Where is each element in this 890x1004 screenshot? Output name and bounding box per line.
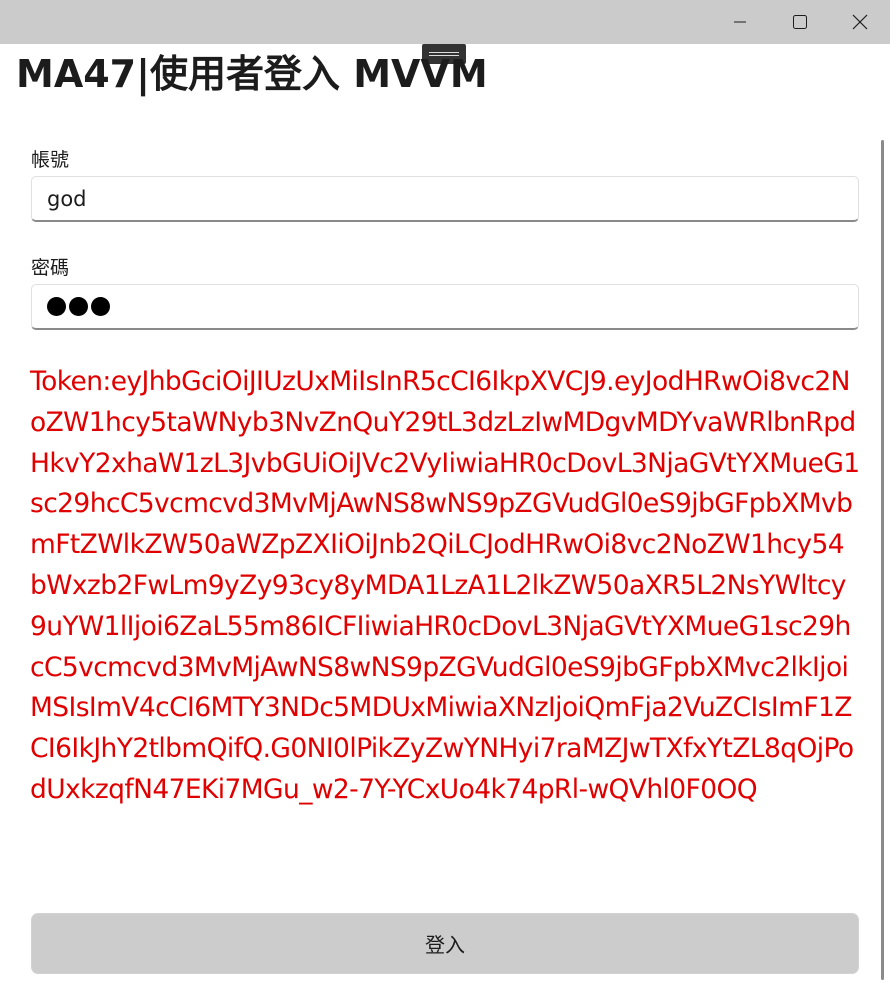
window-titlebar[interactable] — [0, 0, 890, 44]
close-icon — [852, 14, 868, 30]
password-input[interactable] — [31, 284, 859, 330]
close-button[interactable] — [830, 0, 890, 44]
password-dot — [91, 297, 110, 316]
password-label: 密碼 — [31, 257, 70, 279]
username-input[interactable]: god — [31, 176, 859, 222]
password-dot — [69, 297, 88, 316]
username-value: god — [47, 186, 87, 211]
vertical-scrollbar[interactable] — [881, 140, 884, 980]
maximize-icon — [792, 14, 808, 30]
username-label: 帳號 — [31, 149, 70, 171]
token-output: Token:eyJhbGciOiJIUzUxMiIsInR5cCI6IkpXVC… — [30, 366, 860, 805]
minimize-button[interactable] — [710, 0, 770, 44]
password-dot — [47, 297, 66, 316]
maximize-button[interactable] — [770, 0, 830, 44]
page-title: MA47|使用者登入 MVVM — [16, 52, 488, 96]
minimize-icon — [733, 15, 747, 29]
login-button[interactable]: 登入 — [31, 913, 859, 974]
password-mask — [47, 297, 110, 316]
